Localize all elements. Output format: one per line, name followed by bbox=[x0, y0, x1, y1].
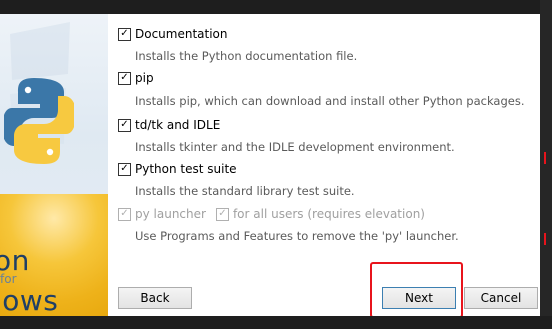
sidebar-banner: on for lows bbox=[0, 14, 108, 316]
red-annotation-mark bbox=[544, 233, 552, 245]
next-button-highlight-box bbox=[370, 262, 463, 316]
all-users-label: for all users (requires elevation) bbox=[232, 207, 425, 221]
option-pip[interactable]: ✓ pip bbox=[118, 71, 154, 85]
tcltk-idle-checkbox[interactable]: ✓ bbox=[118, 118, 131, 132]
option-test-suite[interactable]: ✓ Python test suite bbox=[118, 162, 237, 176]
installer-window: on for lows ✓ Documentation Installs the… bbox=[0, 14, 540, 316]
documentation-description: Installs the Python documentation file. bbox=[135, 49, 358, 63]
py-launcher-checkbox: ✓ bbox=[118, 207, 131, 221]
all-users-checkbox: ✓ bbox=[215, 207, 229, 221]
tcltk-idle-description: Installs tkinter and the IDLE developmen… bbox=[135, 140, 455, 154]
python-logo-icon bbox=[4, 78, 74, 164]
pip-label: pip bbox=[135, 71, 154, 85]
brand-text-windows: lows bbox=[0, 284, 59, 316]
background-top bbox=[0, 0, 552, 14]
back-button[interactable]: Back bbox=[118, 287, 192, 309]
launcher-description: Use Programs and Features to remove the … bbox=[135, 229, 459, 243]
documentation-checkbox[interactable]: ✓ bbox=[118, 27, 131, 41]
background-bottom bbox=[0, 316, 552, 329]
py-launcher-label: py launcher bbox=[135, 207, 206, 221]
documentation-label: Documentation bbox=[135, 27, 228, 41]
tcltk-idle-label: td/tk and IDLE bbox=[135, 118, 221, 132]
option-py-launcher: ✓ py launcher ✓ for all users (requires … bbox=[118, 207, 425, 221]
test-suite-description: Installs the standard library test suite… bbox=[135, 184, 355, 198]
option-documentation[interactable]: ✓ Documentation bbox=[118, 27, 228, 41]
option-tcltk-idle[interactable]: ✓ td/tk and IDLE bbox=[118, 118, 220, 132]
pip-checkbox[interactable]: ✓ bbox=[118, 71, 131, 85]
pip-description: Installs pip, which can download and ins… bbox=[135, 94, 525, 108]
cancel-button[interactable]: Cancel bbox=[464, 287, 538, 309]
options-panel: ✓ Documentation Installs the Python docu… bbox=[108, 14, 540, 316]
test-suite-checkbox[interactable]: ✓ bbox=[118, 162, 131, 176]
test-suite-label: Python test suite bbox=[135, 162, 237, 176]
red-annotation-mark bbox=[544, 152, 552, 164]
background-right-strip bbox=[540, 0, 552, 329]
